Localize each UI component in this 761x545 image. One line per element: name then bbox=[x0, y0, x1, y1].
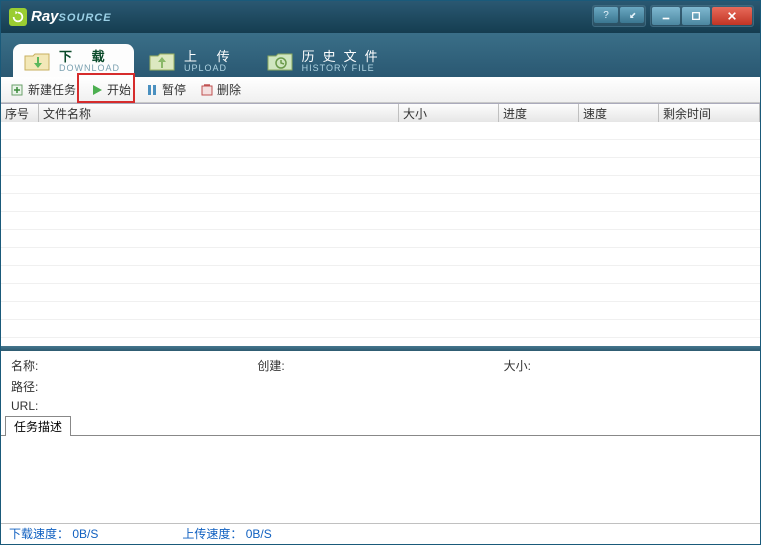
table-row bbox=[1, 140, 760, 158]
table-row bbox=[1, 212, 760, 230]
tab-history-label: 历史文件 bbox=[302, 50, 386, 64]
app-logo: RaySOURCE bbox=[1, 8, 112, 26]
start-label: 开始 bbox=[107, 81, 131, 98]
delete-label: 删除 bbox=[217, 81, 241, 98]
pause-button[interactable]: 暂停 bbox=[141, 79, 190, 100]
tab-download-sub: DOWNLOAD bbox=[59, 64, 120, 73]
table-body[interactable] bbox=[1, 122, 760, 346]
tab-upload-sub: UPLOAD bbox=[184, 64, 238, 73]
maximize-button[interactable] bbox=[682, 7, 710, 25]
delete-button[interactable]: 删除 bbox=[196, 79, 245, 100]
tab-history[interactable]: 历史文件 HISTORY FILE bbox=[256, 44, 400, 77]
app-logo-icon bbox=[9, 8, 27, 26]
table-row bbox=[1, 230, 760, 248]
app-name-ray: Ray bbox=[31, 8, 59, 25]
new-task-button[interactable]: 新建任务 bbox=[7, 79, 80, 100]
upload-folder-icon bbox=[148, 50, 176, 72]
detail-tabs: 任务描述 bbox=[1, 415, 760, 435]
status-dl-label: 下载速度： bbox=[9, 527, 69, 541]
status-ul-label: 上传速度： bbox=[182, 527, 242, 541]
minimize-button[interactable] bbox=[652, 7, 680, 25]
table-row bbox=[1, 248, 760, 266]
tab-task-description[interactable]: 任务描述 bbox=[5, 416, 71, 436]
help-button[interactable]: ? bbox=[594, 7, 618, 23]
table-row bbox=[1, 176, 760, 194]
col-size[interactable]: 大小 bbox=[399, 104, 499, 122]
download-table: 序号 文件名称 大小 进度 速度 剩余时间 bbox=[1, 103, 760, 345]
detail-url-label: URL: bbox=[11, 399, 51, 413]
tab-download[interactable]: 下 载 DOWNLOAD bbox=[13, 44, 134, 77]
col-seq[interactable]: 序号 bbox=[1, 104, 39, 122]
toolbar: 新建任务 开始 暂停 删除 bbox=[1, 77, 760, 103]
app-name-src: SOURCE bbox=[59, 12, 112, 24]
title-bar: RaySOURCE ? bbox=[1, 1, 760, 33]
detail-size-label: 大小: bbox=[504, 357, 544, 374]
table-row bbox=[1, 266, 760, 284]
play-icon bbox=[90, 83, 104, 97]
main-tabs: 下 载 DOWNLOAD 上 传 UPLOAD 历史文件 HISTORY FIL… bbox=[1, 33, 760, 77]
col-eta[interactable]: 剩余时间 bbox=[659, 104, 760, 122]
detail-created-label: 创建: bbox=[257, 357, 297, 374]
status-bar: 下载速度： 0B/S 上传速度： 0B/S bbox=[1, 523, 760, 543]
pause-label: 暂停 bbox=[162, 81, 186, 98]
start-button[interactable]: 开始 bbox=[86, 79, 135, 100]
new-task-icon bbox=[11, 83, 25, 97]
detail-panel: 名称: 创建: 大小: 路径: URL: 任务描述 bbox=[1, 351, 760, 523]
detail-name-label: 名称: bbox=[11, 357, 51, 374]
tab-history-sub: HISTORY FILE bbox=[302, 64, 386, 73]
tab-download-label: 下 载 bbox=[59, 50, 120, 64]
tab-upload-label: 上 传 bbox=[184, 50, 238, 64]
title-controls: ? bbox=[592, 5, 754, 27]
settings-button[interactable] bbox=[620, 7, 644, 23]
table-row bbox=[1, 302, 760, 320]
download-folder-icon bbox=[23, 50, 51, 72]
table-header: 序号 文件名称 大小 进度 速度 剩余时间 bbox=[1, 104, 760, 122]
new-task-label: 新建任务 bbox=[28, 81, 76, 98]
table-row bbox=[1, 338, 760, 346]
col-speed[interactable]: 速度 bbox=[579, 104, 659, 122]
table-row bbox=[1, 320, 760, 338]
delete-icon bbox=[200, 83, 214, 97]
status-dl-value: 0B/S bbox=[72, 527, 122, 541]
table-row bbox=[1, 284, 760, 302]
detail-path-label: 路径: bbox=[11, 378, 51, 395]
table-row bbox=[1, 194, 760, 212]
close-button[interactable] bbox=[712, 7, 752, 25]
history-folder-icon bbox=[266, 50, 294, 72]
table-row bbox=[1, 122, 760, 140]
table-row bbox=[1, 158, 760, 176]
col-name[interactable]: 文件名称 bbox=[39, 104, 399, 122]
detail-body bbox=[1, 435, 760, 523]
pause-icon bbox=[145, 83, 159, 97]
status-ul-value: 0B/S bbox=[246, 527, 296, 541]
tab-upload[interactable]: 上 传 UPLOAD bbox=[138, 44, 252, 77]
col-prog[interactable]: 进度 bbox=[499, 104, 579, 122]
